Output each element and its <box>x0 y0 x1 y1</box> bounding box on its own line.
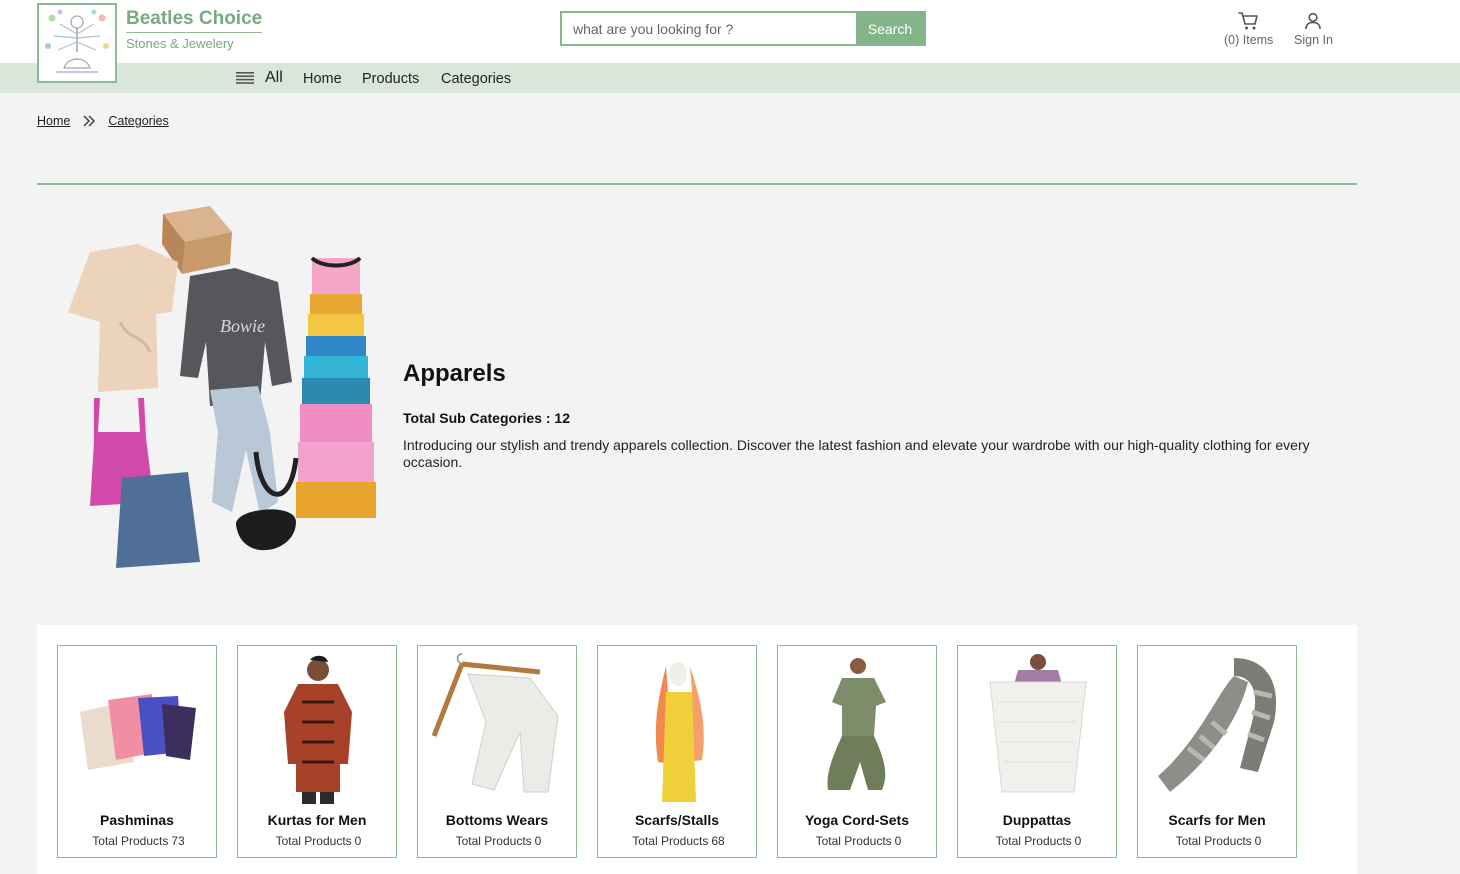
apparels-collage-image: Bowie <box>68 206 376 568</box>
svg-text:Bowie: Bowie <box>220 316 265 336</box>
yoga-cord-set-image <box>827 658 886 790</box>
nav-link-products[interactable]: Products <box>362 71 419 87</box>
subcategory-name: Scarfs for Men <box>1168 812 1266 828</box>
category-info: Apparels Total Sub Categories : 12 Intro… <box>403 360 1353 471</box>
search-input[interactable] <box>562 13 856 44</box>
subcategory-name: Kurtas for Men <box>267 812 367 828</box>
subcategory-count: Total Products 0 <box>1175 834 1262 848</box>
search-bar: Search <box>560 11 926 46</box>
all-label: All <box>265 69 283 86</box>
cart-label: (0) Items <box>1224 33 1274 47</box>
nav-link-home[interactable]: Home <box>303 71 342 87</box>
main-nav: All Home Products Categories <box>0 63 1460 93</box>
section-divider <box>37 183 1357 185</box>
chevrons-right-icon <box>82 115 96 127</box>
sub-category-count: Total Sub Categories : 12 <box>403 410 570 426</box>
subcategory-name: Duppattas <box>1002 812 1072 828</box>
all-categories-menu[interactable]: All <box>236 69 283 87</box>
subcategory-grid: Pashminas Total Products 73 Kurtas for Me… <box>37 625 1357 874</box>
bottoms-on-hanger-image <box>431 653 559 793</box>
brand-name[interactable]: Beatles Choice <box>126 8 263 33</box>
subcategory-card-scarfs-for-men[interactable]: Scarfs for Men Total Products 0 <box>1137 645 1297 858</box>
kurta-man-image <box>284 655 352 804</box>
pashminas-image <box>80 694 196 770</box>
mens-scarf-image <box>1158 658 1277 792</box>
brand[interactable]: Beatles Choice Stones & Jewelery <box>126 8 263 51</box>
subcategory-count: Total Products 0 <box>275 834 362 848</box>
sign-in-button[interactable]: Sign In <box>1294 11 1333 47</box>
site-logo[interactable] <box>37 3 117 83</box>
subcategory-count: Total Products 73 <box>92 834 185 848</box>
breadcrumb-categories[interactable]: Categories <box>108 114 168 128</box>
subcategory-name: Bottoms Wears <box>445 812 549 828</box>
subcategory-name: Yoga Cord-Sets <box>805 812 909 828</box>
deity-logo-icon <box>45 9 109 73</box>
site-header: Beatles Choice Stones & Jewelery Search … <box>0 0 1460 63</box>
scarf-stall-image <box>655 662 704 802</box>
category-description: Introducing our stylish and trendy appar… <box>403 437 1310 470</box>
nav-link-categories[interactable]: Categories <box>441 71 511 87</box>
user-icon <box>1305 12 1322 30</box>
search-button[interactable]: Search <box>856 13 924 44</box>
subcategory-count: Total Products 0 <box>995 834 1082 848</box>
cart-button[interactable]: (0) Items <box>1224 11 1273 47</box>
subcategory-card-duppattas[interactable]: Duppattas Total Products 0 <box>957 645 1117 858</box>
subcategory-card-pashminas[interactable]: Pashminas Total Products 73 <box>57 645 217 858</box>
hamburger-menu-icon <box>236 72 254 84</box>
duppatta-image <box>989 654 1087 793</box>
cart-icon <box>1237 12 1258 30</box>
subcategory-card-kurtas-for-men[interactable]: Kurtas for Men Total Products 0 <box>237 645 397 858</box>
subcategory-card-bottoms-wears[interactable]: Bottoms Wears Total Products 0 <box>417 645 577 858</box>
subcategory-card-scarfs-stalls[interactable]: Scarfs/Stalls Total Products 68 <box>597 645 757 858</box>
subcategory-count: Total Products 0 <box>815 834 902 848</box>
category-title: Apparels <box>403 360 506 387</box>
subcategory-count: Total Products 68 <box>632 834 725 848</box>
subcategory-name: Scarfs/Stalls <box>634 812 720 828</box>
subcategory-name: Pashminas <box>100 812 174 828</box>
breadcrumb-home[interactable]: Home <box>37 114 70 128</box>
brand-tagline: Stones & Jewelery <box>126 36 234 51</box>
sign-in-label: Sign In <box>1294 33 1333 47</box>
subcategory-count: Total Products 0 <box>455 834 542 848</box>
subcategory-card-yoga-cord-sets[interactable]: Yoga Cord-Sets Total Products 0 <box>777 645 937 858</box>
breadcrumb: Home Categories <box>37 114 169 128</box>
